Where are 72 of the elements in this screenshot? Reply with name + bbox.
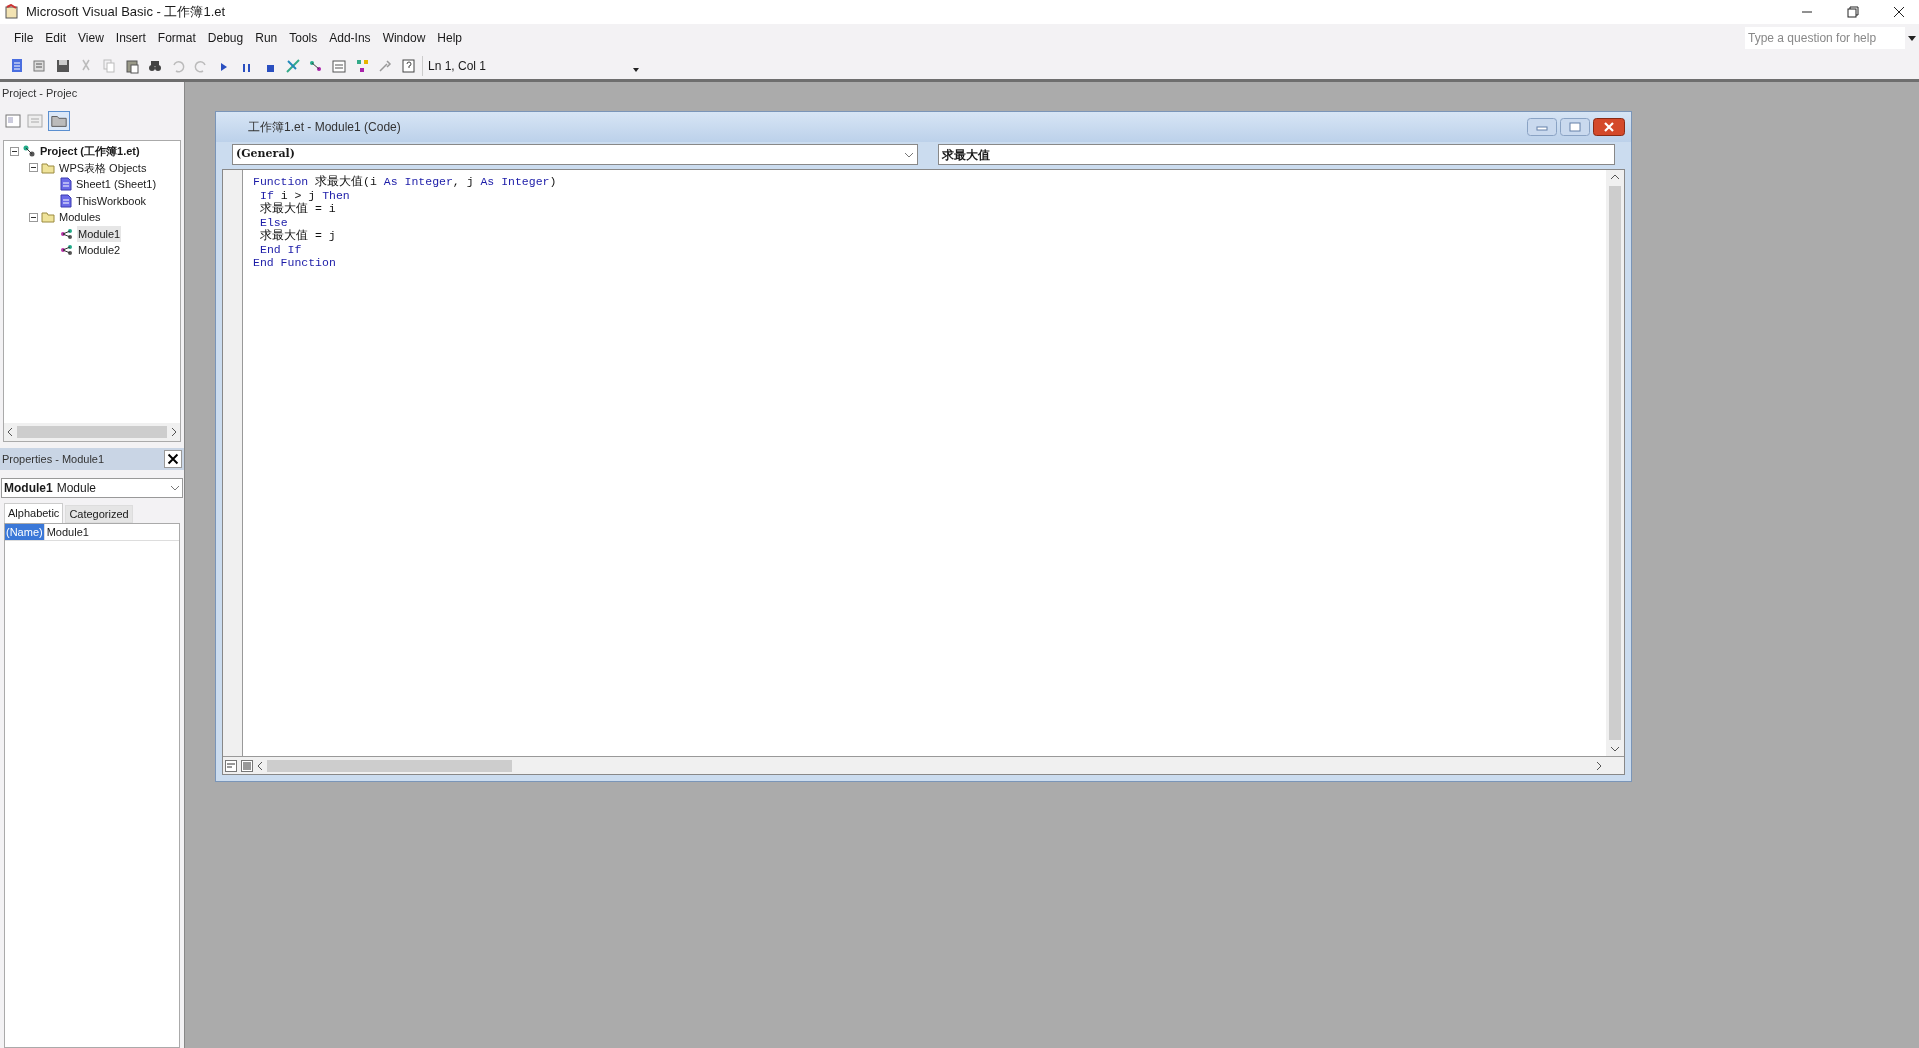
code-line: End Function — [253, 256, 336, 270]
collapse-icon[interactable] — [29, 212, 38, 222]
close-icon[interactable] — [164, 450, 182, 468]
tree-item[interactable]: ThisWorkbook — [75, 192, 148, 209]
scrollbar-thumb[interactable] — [267, 759, 512, 772]
scroll-left-icon[interactable] — [257, 761, 263, 770]
tree-item[interactable]: Modules — [58, 209, 102, 226]
property-name[interactable]: (Name) — [5, 523, 44, 541]
object-dropdown[interactable]: (General) — [232, 144, 918, 165]
code-line: Function 求最大值(i As Integer, j As Integer) — [253, 175, 557, 189]
tree-item[interactable]: Sheet1 (Sheet1) — [75, 176, 158, 193]
document-icon — [60, 193, 72, 208]
close-icon[interactable] — [1593, 118, 1625, 136]
panel-title: Properties - Module1 — [2, 451, 106, 467]
scroll-left-icon[interactable] — [7, 428, 13, 436]
menu-item[interactable]: Add-Ins — [323, 27, 377, 49]
scroll-down-icon[interactable] — [1611, 746, 1619, 752]
code-line: End If — [259, 242, 302, 256]
code-line: 求最大值 = j — [259, 229, 336, 243]
procedure-dropdown[interactable]: 求最大值 — [938, 144, 1615, 165]
object-type: Module — [56, 480, 98, 497]
module-icon — [60, 227, 74, 240]
code-line: Else — [259, 215, 288, 229]
tab[interactable]: Categorized — [65, 505, 133, 523]
tree-item[interactable]: Module1 — [77, 225, 122, 242]
document-icon — [60, 177, 72, 192]
window-title: 工作簿1.et - Module1 (Code) — [248, 119, 402, 136]
menu-item[interactable]: Window — [376, 27, 432, 49]
menu-item[interactable]: Run — [249, 27, 284, 49]
menu-item[interactable]: View — [72, 27, 110, 49]
dropdown-arrow-icon[interactable] — [633, 66, 639, 73]
folder-icon — [41, 211, 55, 224]
window-title: Microsoft Visual Basic - 工作簿1.et — [26, 3, 226, 22]
restore-icon[interactable] — [1847, 6, 1859, 18]
project-icon — [22, 144, 36, 159]
tree-item[interactable]: Project (工作簿1.et) — [39, 143, 141, 160]
menu-item[interactable]: Help — [431, 27, 468, 49]
menu-item[interactable]: Debug — [201, 27, 250, 49]
chevron-down-icon — [904, 151, 914, 158]
horizontal-scrollbar[interactable] — [4, 423, 180, 441]
vertical-scrollbar[interactable] — [1606, 170, 1624, 756]
code-line: 求最大值 = i — [259, 202, 336, 216]
folder-icon[interactable] — [48, 111, 70, 131]
menu-item[interactable]: File — [8, 27, 40, 49]
menu-item[interactable]: Tools — [283, 27, 324, 49]
tree-item[interactable]: WPS表格 Objects — [58, 159, 148, 176]
close-icon[interactable] — [1893, 6, 1905, 18]
module-view-icon[interactable] — [241, 759, 253, 772]
module-icon — [60, 244, 74, 257]
panel-title: Project - Projec — [2, 85, 78, 101]
code-line: If i > j Then — [259, 188, 350, 202]
scroll-up-icon[interactable] — [1611, 174, 1619, 180]
folder-icon — [41, 161, 55, 174]
scroll-right-icon[interactable] — [1596, 761, 1602, 770]
help-icon[interactable] — [399, 56, 417, 75]
menu-item[interactable]: Edit — [39, 27, 73, 49]
collapse-icon[interactable] — [29, 163, 38, 173]
property-value[interactable]: Module1 — [43, 523, 89, 541]
menu-item[interactable]: Format — [151, 27, 202, 49]
chevron-down-icon — [170, 485, 180, 491]
menu-item[interactable]: Insert — [109, 27, 152, 49]
collapse-icon[interactable] — [10, 146, 19, 156]
tree-item[interactable]: Module2 — [77, 242, 122, 259]
object-name: Module1 — [4, 480, 53, 497]
help-field[interactable]: Type a question for help — [1745, 27, 1905, 49]
dropdown-arrow-icon[interactable] — [1908, 34, 1916, 42]
scroll-right-icon[interactable] — [171, 428, 177, 436]
procedure-view-icon[interactable] — [225, 759, 237, 772]
object-dropdown[interactable]: Module1 Module — [1, 478, 183, 498]
app-icon — [4, 4, 20, 20]
cursor-position: Ln 1, Col 1 — [428, 57, 488, 75]
tab[interactable]: Alphabetic — [4, 503, 64, 523]
